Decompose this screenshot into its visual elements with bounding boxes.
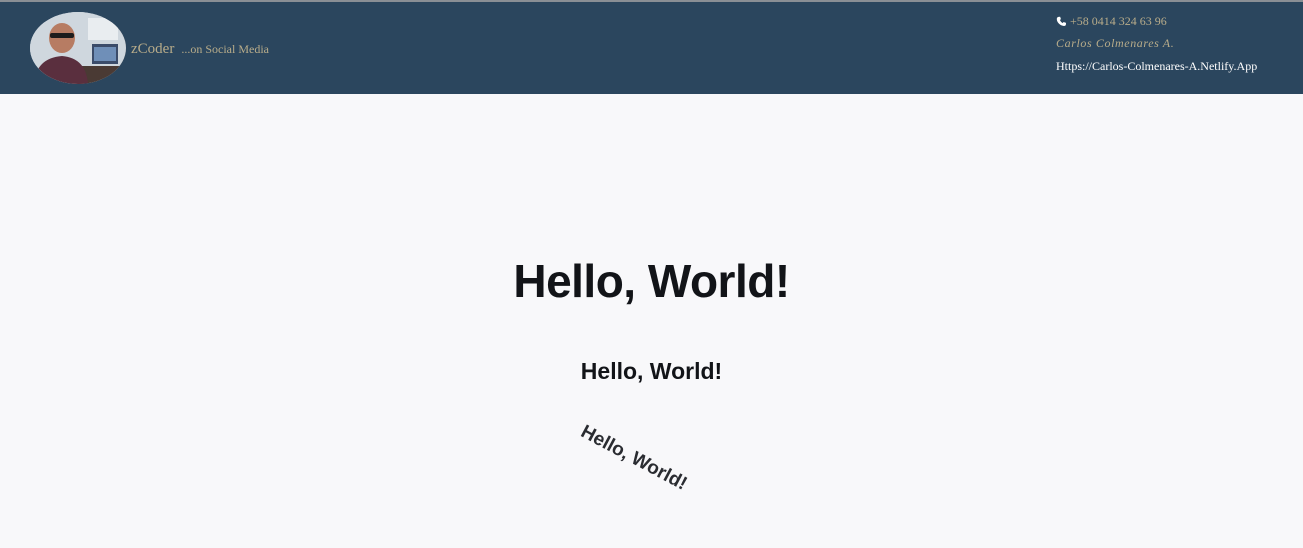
owner-name: Carlos Colmenares A. (1056, 36, 1175, 50)
phone-number: +58 0414 324 63 96 (1070, 13, 1167, 28)
website-link[interactable]: Https://Carlos-Colmenares-A.Netlify.App (1056, 59, 1257, 74)
heading-rotated: Hello, World! (577, 421, 691, 495)
brand-name: zCoder (131, 41, 175, 57)
phone-icon (1056, 16, 1067, 26)
heading-medium: Hello, World! (580, 358, 723, 384)
avatar-photo (30, 12, 126, 84)
avatar[interactable] (30, 12, 126, 84)
contact-info: +58 0414 324 63 96 Carlos Colmenares A. … (1056, 12, 1257, 74)
main-content: Hello, World! Hello, World! Hello, World… (0, 94, 1303, 548)
brand-tagline: ...on Social Media (181, 42, 269, 56)
phone-line[interactable]: +58 0414 324 63 96 (1056, 12, 1257, 30)
site-header: zCoder ...on Social Media +58 0414 324 6… (0, 2, 1303, 94)
heading-large: Hello, World! (513, 255, 790, 307)
brand[interactable]: zCoder ...on Social Media (131, 40, 269, 58)
